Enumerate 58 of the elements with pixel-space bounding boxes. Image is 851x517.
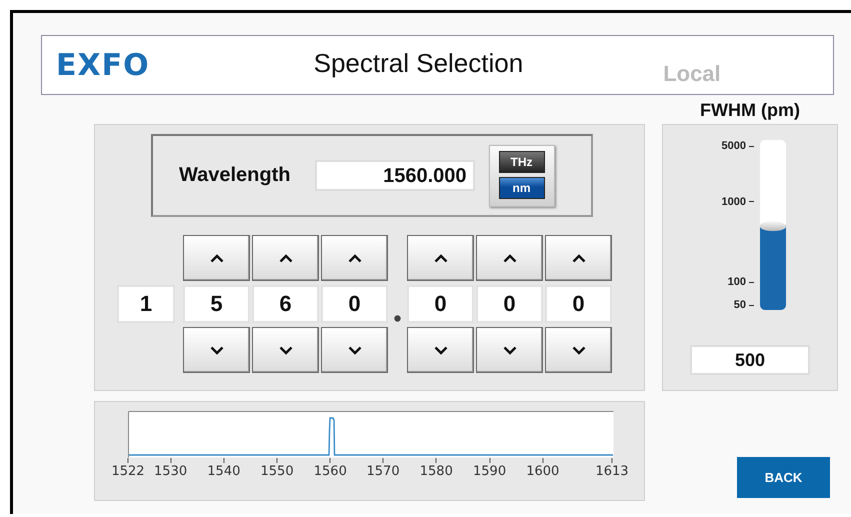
fwhm-label: FWHM (pm)	[699, 100, 801, 122]
axis-label: 1540	[207, 464, 240, 479]
chevron-up-icon	[348, 254, 362, 262]
chevron-up-icon	[434, 254, 448, 262]
digit-field[interactable]: 0	[545, 285, 612, 323]
digit-field[interactable]: 0	[476, 285, 543, 323]
chevron-down-icon	[210, 346, 224, 354]
logo: EXFO	[56, 48, 150, 82]
digit-field[interactable]: 5	[183, 285, 250, 323]
unit-button[interactable]: nm	[498, 176, 544, 198]
increment-button[interactable]	[545, 235, 612, 281]
chevron-down-icon	[572, 346, 586, 354]
slider-thumb[interactable]	[760, 221, 786, 231]
decimal-point-icon	[394, 315, 401, 322]
digit-field[interactable]: 1	[117, 285, 175, 323]
chevron-up-icon	[502, 254, 516, 262]
chevron-up-icon	[210, 254, 224, 262]
scale-label: 1000	[722, 196, 754, 208]
axis-label: 1580	[420, 464, 453, 479]
chevron-down-icon	[278, 346, 292, 354]
increment-button[interactable]	[407, 235, 474, 281]
chevron-down-icon	[434, 346, 448, 354]
chevron-down-icon	[348, 346, 362, 354]
decrement-button[interactable]	[252, 327, 319, 373]
scale-label: 5000	[722, 140, 754, 152]
axis-label: 1522	[111, 464, 145, 479]
decrement-button[interactable]	[321, 327, 388, 373]
decrement-button[interactable]	[183, 327, 250, 373]
wavelength-label: Wavelength	[179, 164, 290, 187]
window-title: Spectral Selection	[314, 48, 524, 78]
decrement-button[interactable]	[545, 327, 612, 373]
scale-label: 100	[728, 276, 754, 288]
increment-button[interactable]	[183, 235, 250, 281]
increment-button[interactable]	[321, 235, 388, 281]
back-button[interactable]: BACK	[737, 457, 830, 498]
unit-button[interactable]: THz	[498, 150, 544, 172]
axis-label: 1600	[526, 464, 560, 479]
increment-button[interactable]	[476, 235, 543, 281]
decrement-button[interactable]	[476, 327, 543, 373]
axis-label: 1613	[595, 464, 629, 479]
axis-label: 1560	[314, 464, 347, 479]
slider-track[interactable]	[760, 140, 786, 310]
digit-field[interactable]: 0	[407, 285, 474, 323]
chevron-down-icon	[502, 346, 516, 354]
digit-field[interactable]: 6	[252, 285, 319, 323]
increment-button[interactable]	[252, 235, 319, 281]
scale-label: 50	[734, 299, 754, 312]
axis-label: 1550	[260, 464, 294, 479]
fwhm-field[interactable]: 500	[690, 345, 810, 375]
decrement-button[interactable]	[407, 327, 474, 373]
chevron-up-icon	[278, 254, 292, 262]
axis-label: 1590	[473, 464, 506, 479]
axis-label: 1570	[366, 464, 400, 479]
axis-label: 1530	[154, 464, 188, 479]
chevron-up-icon	[572, 254, 586, 262]
digit-field[interactable]: 0	[321, 285, 388, 323]
wavelength-field[interactable]: 1560.000	[314, 160, 474, 191]
mode-label: Local	[663, 61, 721, 87]
